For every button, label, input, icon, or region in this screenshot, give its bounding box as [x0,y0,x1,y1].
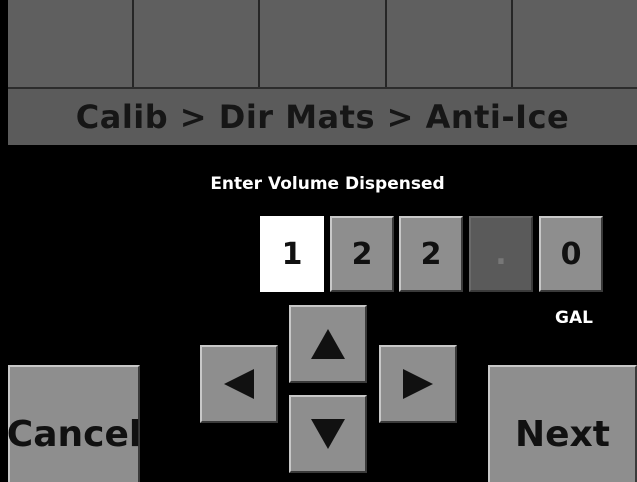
up-arrow-button[interactable] [289,305,367,383]
top-softkey-3[interactable] [260,0,387,87]
top-softkey-4[interactable] [386,0,513,87]
arrow-left-icon [222,367,256,401]
breadcrumb: Calib > Dir Mats > Anti-Ice [8,87,637,145]
screen: Calib > Dir Mats > Anti-Ice Enter Volume… [0,0,637,482]
right-arrow-button[interactable] [379,345,457,423]
top-softkey-2[interactable] [134,0,261,87]
digit-field-1[interactable]: 1 [260,216,324,292]
unit-label: GAL [555,308,593,328]
digit-field-3[interactable]: 2 [399,216,463,292]
down-arrow-button[interactable] [289,395,367,473]
arrow-right-icon [401,367,435,401]
arrow-up-icon [309,327,347,361]
left-arrow-button[interactable] [200,345,278,423]
decimal-point-field: . [469,216,533,292]
top-softkey-1[interactable] [8,0,135,87]
breadcrumb-text: Calib > Dir Mats > Anti-Ice [75,98,570,136]
arrow-down-icon [309,417,347,451]
cancel-button[interactable]: Cancel [7,365,141,482]
next-button[interactable]: Next [488,365,637,482]
digit-field-4[interactable]: 0 [539,216,603,292]
digit-field-2[interactable]: 2 [330,216,394,292]
top-softkey-5[interactable] [512,0,637,87]
entry-prompt: Enter Volume Dispensed [210,174,445,194]
top-softkey-row [8,0,637,87]
